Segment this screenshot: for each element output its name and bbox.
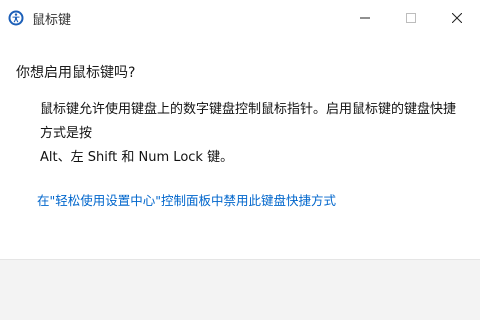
main-question: 你想启用鼠标键吗? — [16, 65, 136, 81]
close-icon — [452, 13, 462, 23]
window-title: 鼠标键 — [32, 12, 72, 28]
minimize-icon — [360, 17, 370, 19]
disable-shortcut-link[interactable]: 在"轻松使用设置中心"控制面板中禁用此键盘快捷方式 — [37, 190, 336, 209]
mouse-keys-dialog: 鼠标键 你想启用鼠标键吗? 鼠标键允许使用键盘上的数字键盘控制鼠标指针。启用鼠标… — [0, 0, 480, 320]
maximize-icon — [406, 13, 416, 23]
minimize-button[interactable] — [342, 0, 388, 36]
dialog-content: 你想启用鼠标键吗? 鼠标键允许使用键盘上的数字键盘控制鼠标指针。启用鼠标键的键盘… — [16, 62, 466, 209]
button-area — [0, 259, 480, 320]
description-line-1: 鼠标键允许使用键盘上的数字键盘控制鼠标指针。启用鼠标键的键盘快捷方式是按 — [40, 102, 457, 141]
ease-of-access-icon — [8, 10, 24, 26]
description: 鼠标键允许使用键盘上的数字键盘控制鼠标指针。启用鼠标键的键盘快捷方式是按 Alt… — [40, 98, 466, 170]
maximize-button[interactable] — [388, 0, 434, 36]
close-button[interactable] — [434, 0, 480, 36]
window-controls — [342, 0, 480, 36]
title-bar[interactable]: 鼠标键 — [0, 0, 480, 36]
description-line-2: Alt、左 Shift 和 Num Lock 键。 — [40, 150, 234, 165]
